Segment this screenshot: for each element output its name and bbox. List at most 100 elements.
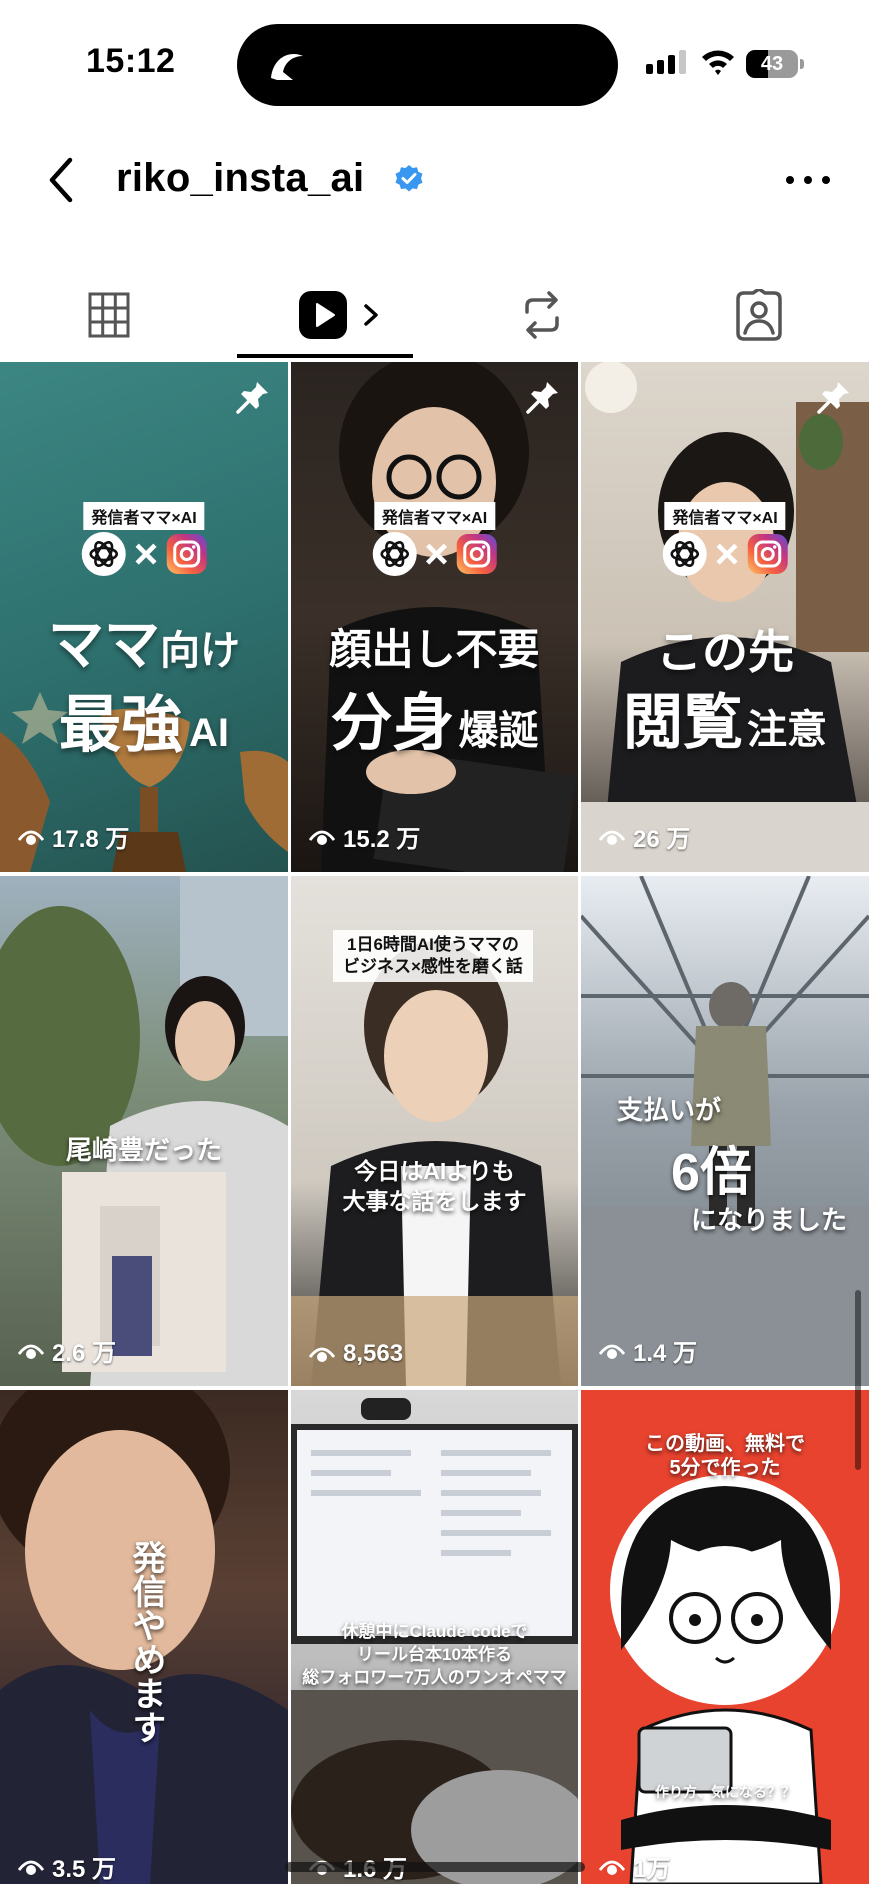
series-badge: 発信者ママ×AI — [83, 502, 205, 530]
verified-badge-icon — [395, 165, 423, 192]
reel-caption-top: 1日6時間AI使うママの ビジネス×感性を磨く話 — [333, 930, 533, 982]
reel-tile-2[interactable]: 発信者ママ×AI × 顔出し不要 分身 爆誕 15.2 万 — [291, 362, 578, 872]
tile-title-line-1: ママ向け — [0, 600, 288, 681]
tile-title-emphasis: ママ — [48, 613, 160, 676]
chevron-right-icon — [364, 304, 378, 326]
tile-title-emphasis: 最強 — [58, 691, 183, 760]
view-count-value: 1.4 万 — [633, 1340, 698, 1367]
tile-title-suffix: 爆誕 — [458, 709, 539, 753]
view-count: 26 万 — [599, 819, 690, 854]
view-count-value: 2.6 万 — [52, 1340, 117, 1367]
reel-caption-line-1: 支払いが — [617, 1095, 722, 1125]
tile-title-emphasis: 閲覧 — [623, 689, 743, 756]
eye-icon — [599, 830, 625, 845]
reel-tile-7[interactable]: 発信やめます 3.5 万 — [0, 1390, 288, 1884]
reel-caption: 発信やめます — [127, 1540, 165, 1744]
reel-caption: 休憩中にClaude codeで リール台本10本作る 総フォロワー7万人のワン… — [302, 1622, 567, 1687]
eye-icon — [309, 1347, 335, 1362]
times-symbol: × — [424, 530, 449, 577]
series-badge: 発信者ママ×AI — [373, 502, 496, 530]
view-count: 2.6 万 — [18, 1333, 116, 1368]
view-count: 8,563 — [309, 1340, 403, 1368]
reel-caption-line-2: 6倍 — [671, 1144, 752, 1202]
tile-title-line-1: 顔出し不要 — [329, 626, 540, 673]
pin-icon — [526, 382, 558, 414]
chatgpt-logo-icon — [662, 532, 707, 576]
reel-caption-bottom: 作り方、気になる？？ — [655, 1784, 795, 1800]
reel-caption-top: この動画、無料で 5分で作った — [645, 1433, 805, 1479]
eye-icon — [18, 830, 44, 845]
pin-icon — [817, 382, 849, 414]
reel-tile-8[interactable]: 休憩中にClaude codeで リール台本10本作る 総フォロワー7万人のワン… — [291, 1390, 578, 1884]
reel-tile-4[interactable]: 尾崎豊だった 2.6 万 — [0, 876, 288, 1386]
eye-icon — [309, 830, 335, 845]
active-tab-indicator — [237, 354, 413, 358]
reel-tile-9[interactable]: この動画、無料で 5分で作った 作り方、気になる？？ 1万 — [581, 1390, 869, 1884]
instagram-logo-icon — [456, 534, 497, 574]
series-badge: 発信者ママ×AI — [664, 502, 786, 530]
back-arrow-icon[interactable] — [40, 152, 88, 208]
battery-nub — [800, 59, 804, 69]
reel-tile-1[interactable]: 発信者ママ×AI × ママ向け 最強 AI 17.8 万 — [0, 362, 288, 872]
status-time: 15:12 — [86, 42, 176, 80]
scrollbar[interactable] — [855, 1290, 861, 1470]
logo-row: × — [81, 530, 207, 577]
repost-icon — [525, 291, 559, 339]
tile-title-line-2: 最強 AI — [0, 674, 288, 764]
tile-title-line-1: この先 — [656, 626, 794, 678]
chatgpt-logo-icon — [372, 532, 417, 576]
view-count: 15.2 万 — [309, 819, 420, 854]
eye-icon — [18, 1344, 44, 1359]
tab-tagged[interactable] — [714, 270, 804, 360]
view-count: 17.8 万 — [18, 819, 129, 854]
chatgpt-logo-icon — [81, 532, 126, 576]
status-bar: 15:12 43 — [0, 0, 869, 110]
reel-caption-line-3: になりました — [691, 1205, 848, 1235]
dynamic-island[interactable] — [237, 24, 618, 106]
tab-reels[interactable] — [280, 270, 400, 360]
tile-title-suffix: 向け — [160, 629, 240, 673]
reel-caption: 今日はAIよりも 大事な話をします — [342, 1158, 527, 1214]
cellular-signal-icon — [646, 50, 686, 74]
battery-icon: 43 — [746, 50, 798, 78]
view-count-value: 3.5 万 — [52, 1856, 117, 1883]
times-symbol: × — [133, 530, 159, 577]
battery-percentage: 43 — [760, 53, 784, 75]
wifi-icon — [702, 50, 734, 75]
view-count: 1万 — [599, 1849, 670, 1884]
tab-grid[interactable] — [64, 270, 154, 360]
instagram-logo-icon — [166, 534, 207, 574]
view-count-value: 17.8 万 — [52, 826, 130, 853]
profile-username: riko_insta_ai — [116, 156, 365, 200]
home-indicator[interactable] — [285, 1862, 585, 1872]
more-options-icon[interactable] — [784, 170, 832, 190]
times-symbol: × — [714, 530, 740, 577]
reel-caption: 尾崎豊だった — [65, 1135, 222, 1165]
reel-tile-3[interactable]: 発信者ママ×AI × この先 閲覧 注意 26 万 — [581, 362, 869, 872]
eye-icon — [599, 1344, 625, 1359]
logo-row: × — [662, 530, 788, 577]
logo-row: × — [372, 532, 497, 576]
tile-title-line-2: 分身 爆誕 — [291, 672, 578, 762]
reel-tile-6[interactable]: 支払いが 6倍 になりました 1.4 万 — [581, 876, 869, 1386]
reel-tile-5[interactable]: 1日6時間AI使うママの ビジネス×感性を磨く話 今日はAIよりも 大事な話をし… — [291, 876, 578, 1386]
profile-tabs — [0, 270, 869, 360]
profile-header: riko_insta_ai — [0, 140, 869, 220]
grid-icon — [88, 292, 130, 338]
view-count-value: 1万 — [633, 1856, 671, 1883]
view-count-value: 8,563 — [343, 1340, 404, 1367]
view-count-value: 26 万 — [633, 826, 691, 853]
eye-icon — [18, 1860, 44, 1875]
reels-icon — [299, 291, 347, 339]
reels-grid: 発信者ママ×AI × ママ向け 最強 AI 17.8 万 発信者ママ×AI × … — [0, 362, 869, 1884]
tagged-person-icon — [736, 289, 782, 341]
tile-title-line-2: 閲覧 注意 — [581, 674, 869, 761]
view-count-value: 15.2 万 — [343, 826, 421, 853]
tab-reposts[interactable] — [500, 270, 584, 360]
activity-icon — [271, 54, 303, 80]
tile-title-emphasis: 分身 — [330, 689, 455, 758]
eye-icon — [599, 1860, 625, 1875]
view-count: 3.5 万 — [18, 1849, 116, 1884]
tile-title-suffix: 注意 — [747, 708, 827, 752]
pin-icon — [236, 382, 268, 414]
